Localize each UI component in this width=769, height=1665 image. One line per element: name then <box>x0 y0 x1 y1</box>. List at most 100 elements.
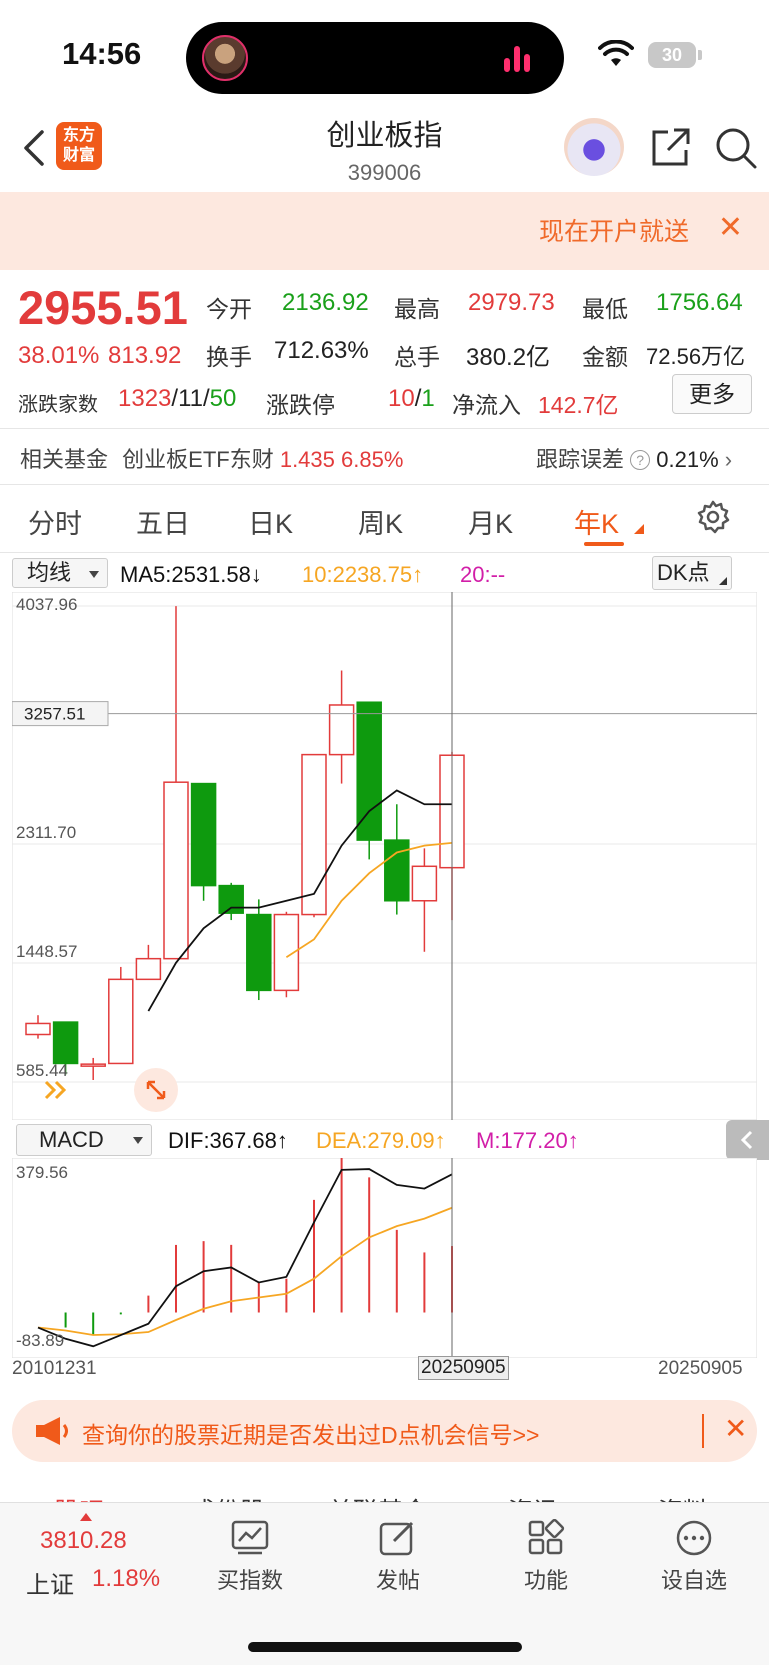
related-fund-row[interactable]: 相关基金 创业板ETF东财 1.435 6.85% <box>20 442 403 474</box>
volume-label: 总手 <box>394 344 440 370</box>
dea-text: DEA:279.09 <box>316 1128 435 1153</box>
nav-buy-index[interactable]: 买指数 <box>200 1519 300 1595</box>
macd-chart[interactable]: 379.56 -83.89 <box>12 1158 757 1358</box>
tracking-error-label: 跟踪误差 <box>536 447 625 472</box>
fund-pct: 6.85% <box>341 447 404 472</box>
sh-index-name[interactable]: 上证 <box>26 1565 74 1600</box>
divider <box>0 428 769 429</box>
expand-button[interactable] <box>134 1068 178 1112</box>
ma10-value: 10:2238.75↑ <box>302 562 424 587</box>
nav-buy-index-label: 买指数 <box>216 1568 283 1593</box>
breadth-up: 1323 <box>118 385 172 412</box>
tracking-error-value: 0.21% <box>656 447 719 472</box>
breadth-values: 1323/11/50 <box>118 385 237 412</box>
current-price: 2955.51 <box>18 281 188 334</box>
wifi-icon <box>598 40 634 66</box>
nav-add-watchlist-label: 设自选 <box>660 1568 727 1593</box>
sh-index-pct[interactable]: 1.18% <box>92 1565 160 1593</box>
promo-banner[interactable]: 现在开户就送 ✕ <box>0 192 769 270</box>
share-icon[interactable] <box>648 126 692 170</box>
nav-add-watchlist[interactable]: 设自选 <box>644 1519 744 1595</box>
tab-intraday[interactable]: 分时 <box>28 502 82 541</box>
y-tick-label: 585.44 <box>16 1061 68 1080</box>
x-label-cursor: 20250905 <box>418 1356 509 1380</box>
battery-icon: 30 <box>648 42 696 68</box>
nav-functions-label: 功能 <box>523 1568 568 1593</box>
turnover-label: 换手 <box>206 344 252 370</box>
change-pct: 38.01% <box>18 342 100 369</box>
candle-down <box>356 701 382 841</box>
candle-up <box>135 957 162 981</box>
collapse-panel-button[interactable] <box>726 1120 769 1160</box>
limit-label: 涨跌停 <box>266 392 335 418</box>
assistant-robot-icon[interactable] <box>564 118 624 176</box>
more-button[interactable]: 更多 <box>672 374 752 414</box>
open-label: 今开 <box>206 296 252 322</box>
nav-functions[interactable]: 功能 <box>496 1519 596 1595</box>
tab-weekly-k[interactable]: 周K <box>358 502 403 541</box>
dynamic-island[interactable] <box>186 22 564 94</box>
gear-icon[interactable] <box>696 500 730 534</box>
nav-post[interactable]: 发帖 <box>348 1519 448 1595</box>
edit-icon <box>379 1521 414 1556</box>
caret-up-icon <box>80 1513 92 1521</box>
high-value: 2979.73 <box>468 289 555 316</box>
candle-down <box>52 1021 79 1065</box>
d-point-promo-close-icon[interactable]: ✕ <box>724 1412 747 1445</box>
d-point-promo[interactable]: 查询你的股票近期是否发出过D点机会信号>> ✕ <box>12 1400 757 1462</box>
macd-select[interactable]: MACD <box>16 1124 152 1156</box>
fund-label: 相关基金 <box>20 447 109 472</box>
promo-close-icon[interactable]: ✕ <box>718 210 743 245</box>
dk-point-button[interactable]: DK点 <box>652 556 732 590</box>
amount-value: 72.56万亿 <box>646 344 746 369</box>
chevron-right-icon: › <box>724 447 733 472</box>
dk-corner-icon <box>719 577 727 585</box>
x-label-start: 20101231 <box>12 1358 97 1379</box>
divider <box>0 552 769 553</box>
macd-frame <box>12 1158 757 1358</box>
inflow-label: 净流入 <box>452 392 521 418</box>
promo-text: 现在开户就送 <box>538 218 689 246</box>
tracking-error[interactable]: 跟踪误差 ? 0.21% › <box>536 442 732 474</box>
change-abs: 813.92 <box>108 342 182 369</box>
dif-value: DIF:367.68↑ <box>168 1128 288 1153</box>
tab-five-day[interactable]: 五日 <box>136 502 190 541</box>
candle-up <box>80 1063 106 1067</box>
candle-down <box>246 913 272 992</box>
candle-up <box>25 1022 51 1036</box>
megaphone-icon <box>36 1417 68 1445</box>
m-text: M:177.20 <box>476 1128 568 1153</box>
home-indicator <box>248 1642 522 1652</box>
d-point-promo-text: 查询你的股票近期是否发出过D点机会信号>> <box>82 1422 540 1448</box>
candle-up <box>411 865 438 902</box>
ma5-value: MA5:2531.58↓ <box>120 562 262 587</box>
tab-daily-k[interactable]: 日K <box>248 502 293 541</box>
tab-monthly-k[interactable]: 月K <box>468 502 513 541</box>
sh-index-value[interactable]: 3810.28 <box>40 1527 127 1555</box>
double-chevron-icon <box>44 1080 67 1100</box>
help-icon[interactable]: ? <box>630 450 651 470</box>
candle-down <box>190 782 217 887</box>
candle-up <box>108 978 134 1065</box>
ma20-value: 20:-- <box>460 562 506 587</box>
macd-y-max-label: 379.56 <box>16 1163 68 1182</box>
indicator-select[interactable]: 均线 <box>12 558 108 588</box>
nav-post-label: 发帖 <box>375 1568 420 1593</box>
tab-yearly-k[interactable]: 年K <box>574 502 619 541</box>
ma10-text: 10:2238.75 <box>302 562 413 587</box>
promo-separator <box>702 1414 704 1448</box>
search-icon[interactable] <box>714 126 758 170</box>
grid-icon <box>528 1519 565 1555</box>
turnover-value: 712.63% <box>274 337 369 364</box>
x-label-end: 20250905 <box>658 1358 743 1379</box>
limit-down: 1 <box>421 385 435 412</box>
macd-y-min-label: -83.89 <box>16 1331 64 1350</box>
breadth-down: 50 <box>209 385 237 412</box>
candle-down <box>384 839 410 902</box>
expand-icon <box>146 1080 166 1100</box>
limit-up: 10 <box>388 385 415 412</box>
candlestick-chart[interactable]: 4037.96 2311.70 1448.57 585.44 3257.51 <box>12 592 757 1120</box>
more-dots-icon <box>676 1520 712 1556</box>
fund-name: 创业板ETF东财 <box>122 447 274 472</box>
candle-down <box>218 884 244 914</box>
